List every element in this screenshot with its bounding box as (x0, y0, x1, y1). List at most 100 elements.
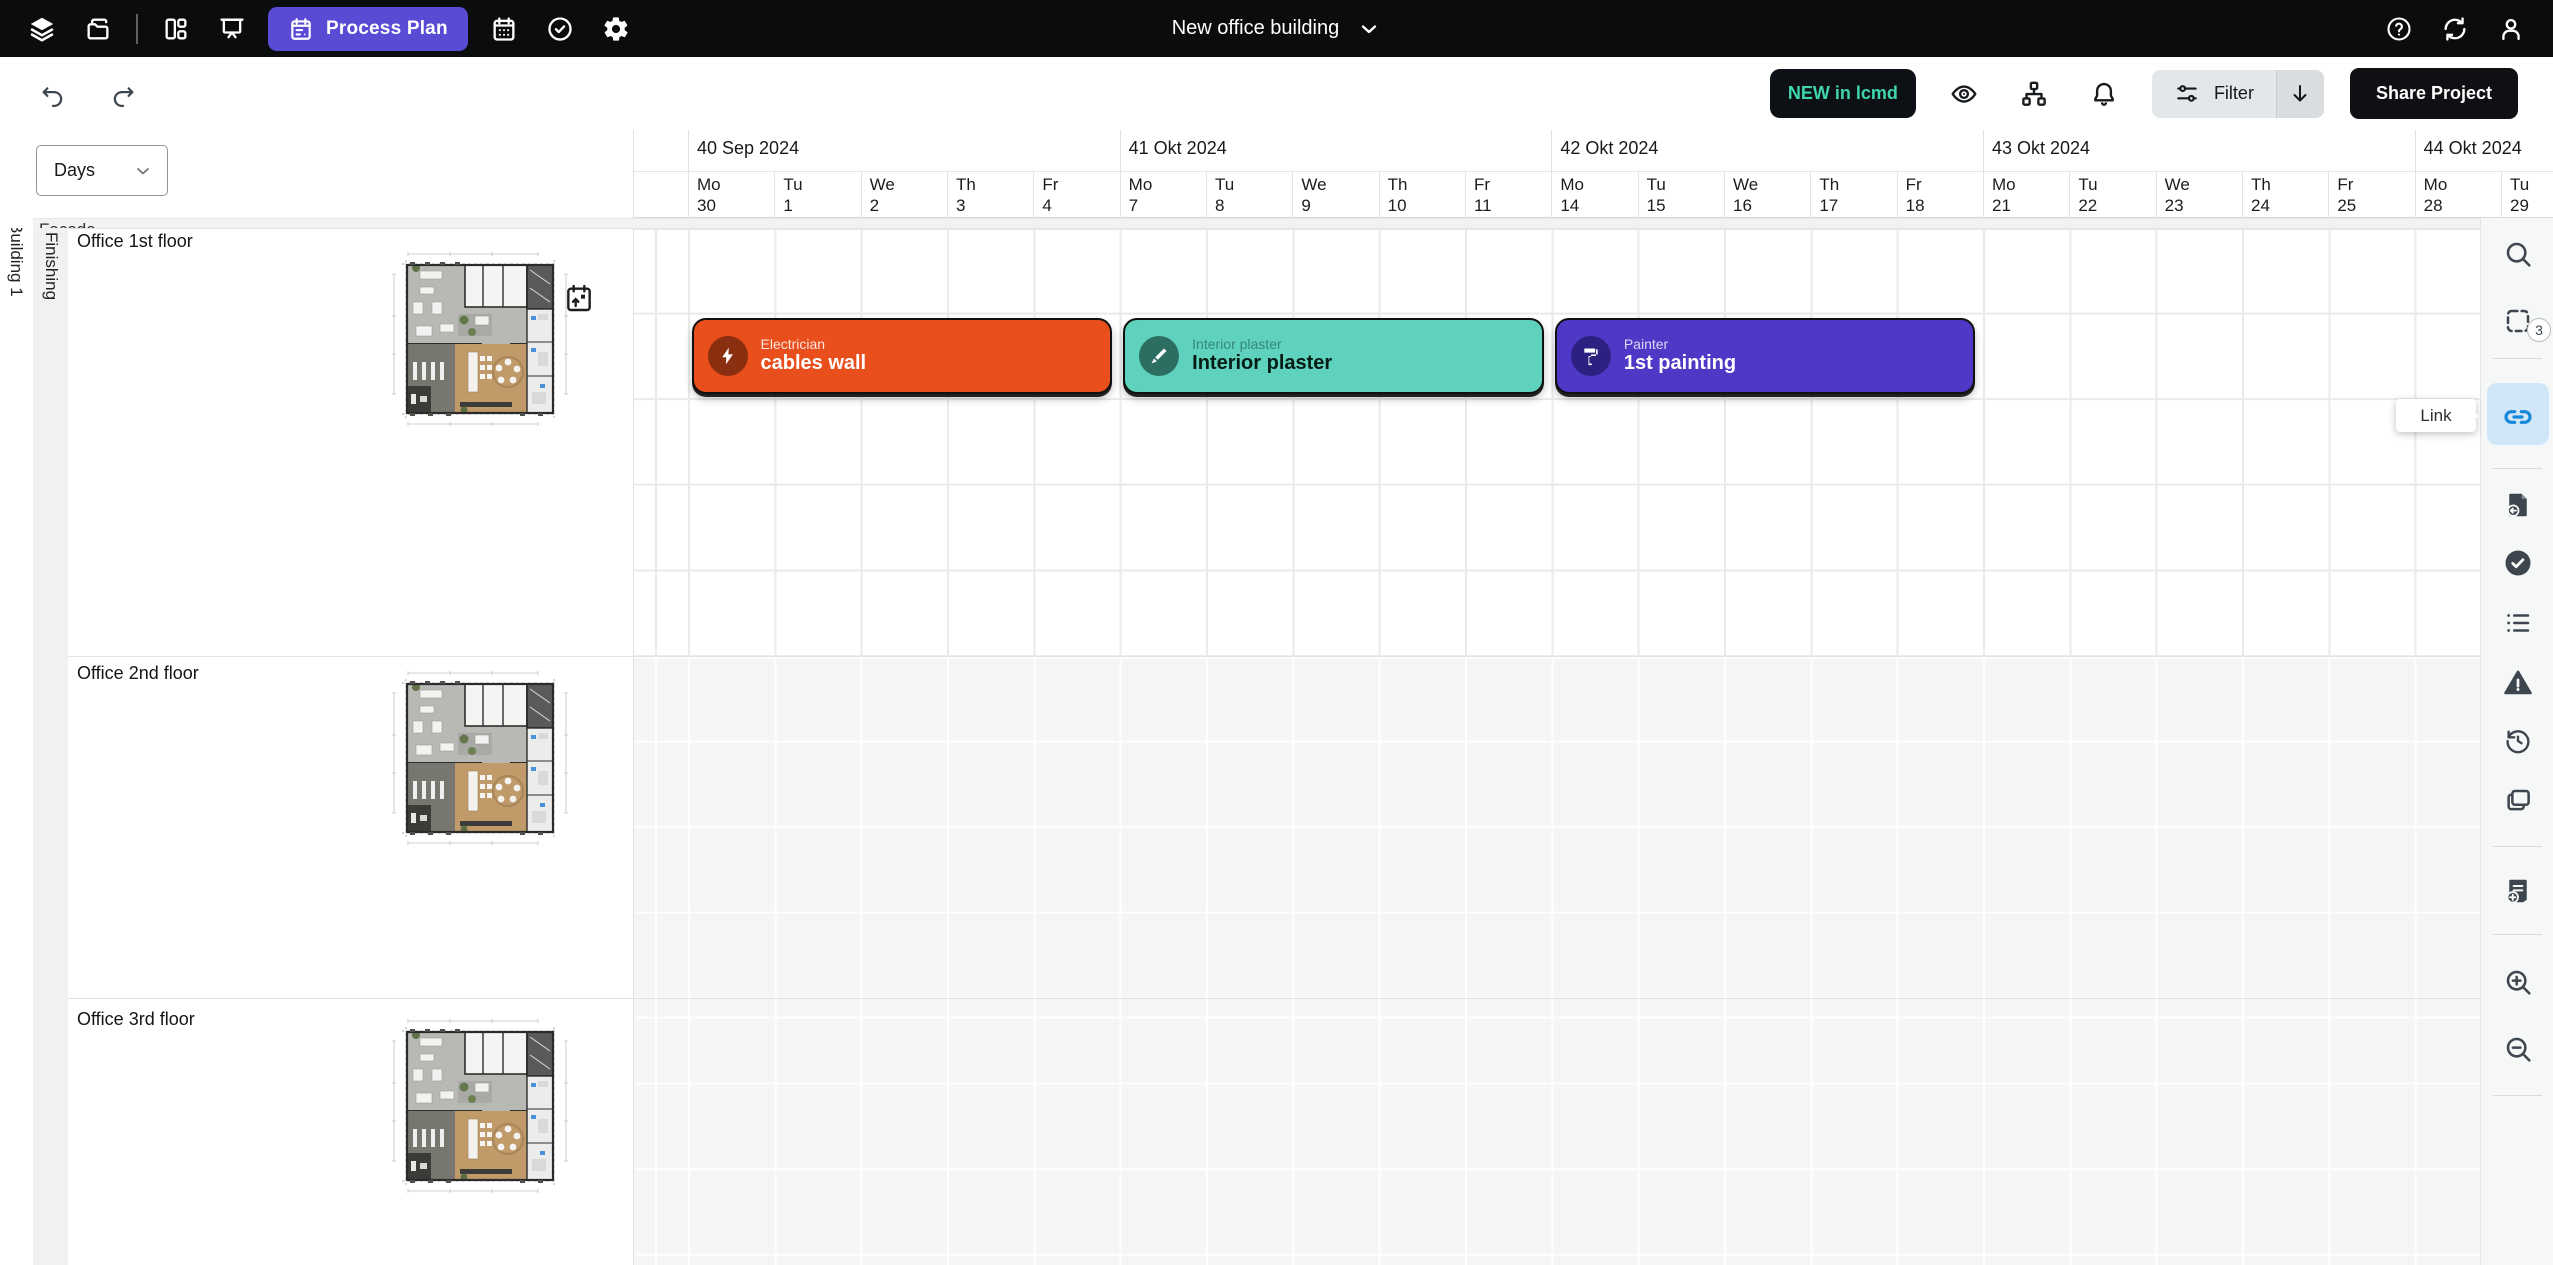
process-plan-label: Process Plan (326, 18, 448, 40)
day-header-Th-17: Th17 (1810, 172, 1896, 218)
new-in-lcmd-badge[interactable]: NEW in lcmd (1770, 69, 1916, 118)
add-note-icon[interactable] (2481, 876, 2553, 906)
link-tool-icon[interactable] (2481, 401, 2553, 433)
day-header-row: Mo30Tu1We2Th3Fr4Mo7Tu8We9Th10Fr11Mo14Tu1… (634, 172, 2553, 218)
filter-button[interactable]: Filter (2152, 70, 2276, 118)
project-title[interactable]: New office building (1172, 17, 1340, 40)
floor-plan-thumbnail[interactable] (380, 1011, 580, 1201)
toolbar-divider (136, 14, 138, 44)
settings-gear-icon[interactable] (588, 6, 644, 52)
filter-expand-button[interactable] (2276, 70, 2324, 118)
task-trade-icon (1139, 336, 1179, 376)
floor-plan-thumbnail[interactable] (380, 663, 580, 853)
rail-divider (2493, 468, 2542, 469)
building-column[interactable]: Building 1 (0, 228, 33, 1265)
day-header-Tu-15: Tu15 (1638, 172, 1724, 218)
day-header-Tu-29: Tu29 (2501, 172, 2553, 218)
task-trade-icon (1571, 336, 1611, 376)
left-panel-header: Days (0, 130, 633, 218)
zoom-in-icon[interactable] (2481, 966, 2553, 998)
task-name: cables wall (761, 352, 867, 375)
plan-canvas: Building 1 Finishing Office 1st floor (0, 228, 2553, 1265)
filter-sliders-icon (2174, 81, 2200, 107)
rail-divider (2493, 1095, 2542, 1096)
time-scale-value: Days (54, 160, 95, 181)
floor-plan-image (380, 244, 580, 434)
phase-column[interactable]: Finishing (33, 228, 68, 1265)
day-header-Fr-18: Fr18 (1897, 172, 1983, 218)
visibility-eye-icon[interactable] (1942, 79, 1986, 109)
share-project-button[interactable]: Share Project (2350, 68, 2518, 119)
hierarchy-sitemap-icon[interactable] (2012, 79, 2056, 109)
help-icon[interactable] (2371, 6, 2427, 52)
tasks-check-icon[interactable] (532, 6, 588, 52)
day-header-We-2: We2 (861, 172, 947, 218)
process-plan-button[interactable]: Process Plan (268, 7, 468, 51)
section-office-2nd-floor: Office 2nd floor (68, 656, 2480, 998)
day-header-We-23: We23 (2156, 172, 2242, 218)
board-layout-icon[interactable] (148, 6, 204, 52)
floor-label[interactable]: Office 1st floor (77, 231, 193, 252)
views-windows-icon[interactable] (2481, 786, 2553, 816)
project-title-chevron-icon[interactable] (1357, 17, 1381, 41)
projects-folder-icon[interactable] (70, 6, 126, 52)
week-header-1: 41 Okt 2024 (1120, 130, 1552, 172)
task-bar-cables-wall[interactable]: Electriciancables wall (692, 318, 1113, 394)
notifications-bell-icon[interactable] (2082, 79, 2126, 109)
floor-label[interactable]: Office 2nd floor (77, 663, 199, 684)
day-header-Fr-4: Fr4 (1033, 172, 1119, 218)
grid-office-1st-floor[interactable] (633, 229, 2480, 656)
process-plan-icon (288, 16, 314, 42)
history-icon[interactable] (2481, 726, 2553, 756)
grid-office-3rd-floor[interactable] (633, 999, 2480, 1265)
task-trade: Painter (1624, 336, 1736, 352)
app-window: Process Plan New office building (0, 0, 2553, 1265)
task-bar-1st-painting[interactable]: Painter1st painting (1555, 318, 1976, 394)
sync-icon[interactable] (2427, 6, 2483, 52)
day-header-Th-10: Th10 (1379, 172, 1465, 218)
link-tooltip-text: Link (2420, 406, 2451, 426)
warnings-icon[interactable] (2481, 668, 2553, 698)
day-header-Mo-21: Mo21 (1983, 172, 2069, 218)
floor-plan-thumbnail[interactable] (380, 244, 580, 434)
layers-logo-icon[interactable] (14, 6, 70, 52)
day-header-Tu-1: Tu1 (774, 172, 860, 218)
task-trade: Interior plaster (1192, 336, 1332, 352)
list-view-icon[interactable] (2481, 608, 2553, 638)
day-header-Tu-8: Tu8 (1206, 172, 1292, 218)
task-bar-interior-plaster[interactable]: Interior plasterInterior plaster (1123, 318, 1544, 394)
secondary-toolbar: NEW in lcmd (0, 57, 2553, 130)
chevron-down-icon (133, 161, 153, 181)
calendar-icon[interactable] (476, 6, 532, 52)
collapsed-section-facade[interactable]: Facade (33, 218, 2480, 228)
section-office-3rd-floor: Office 3rd floor (68, 998, 2480, 1265)
task-trade-icon (708, 336, 748, 376)
filter-button-group: Filter (2152, 70, 2324, 118)
task-name: Interior plaster (1192, 352, 1332, 375)
day-header-We-16: We16 (1724, 172, 1810, 218)
rail-divider (2493, 358, 2542, 359)
search-icon[interactable] (2481, 238, 2553, 270)
user-account-icon[interactable] (2483, 6, 2539, 52)
time-scale-select[interactable]: Days (36, 145, 168, 196)
floor-plan-image (380, 1011, 580, 1201)
floor-plan-image (380, 663, 580, 853)
done-check-icon[interactable] (2481, 548, 2553, 578)
presentation-icon[interactable] (204, 6, 260, 52)
undo-icon[interactable] (38, 79, 68, 109)
zoom-out-icon[interactable] (2481, 1033, 2553, 1065)
week-header-4: 44 Okt 2024 (2415, 130, 2553, 172)
day-header-Mo-14: Mo14 (1551, 172, 1637, 218)
day-header-Mo-28: Mo28 (2415, 172, 2501, 218)
right-tool-rail: 3 (2480, 218, 2553, 1265)
facade-label: Facade (39, 220, 96, 228)
link-tooltip: Link (2396, 399, 2476, 432)
redo-icon[interactable] (108, 79, 138, 109)
day-header-Mo-30: Mo30 (688, 172, 774, 218)
grid-office-2nd-floor[interactable] (633, 657, 2480, 998)
week-header-3: 43 Okt 2024 (1983, 130, 2415, 172)
jump-to-date-icon[interactable] (563, 282, 595, 314)
baseline-import-icon[interactable] (2481, 490, 2553, 520)
floor-label[interactable]: Office 3rd floor (77, 1009, 195, 1030)
filter-label: Filter (2214, 83, 2254, 104)
